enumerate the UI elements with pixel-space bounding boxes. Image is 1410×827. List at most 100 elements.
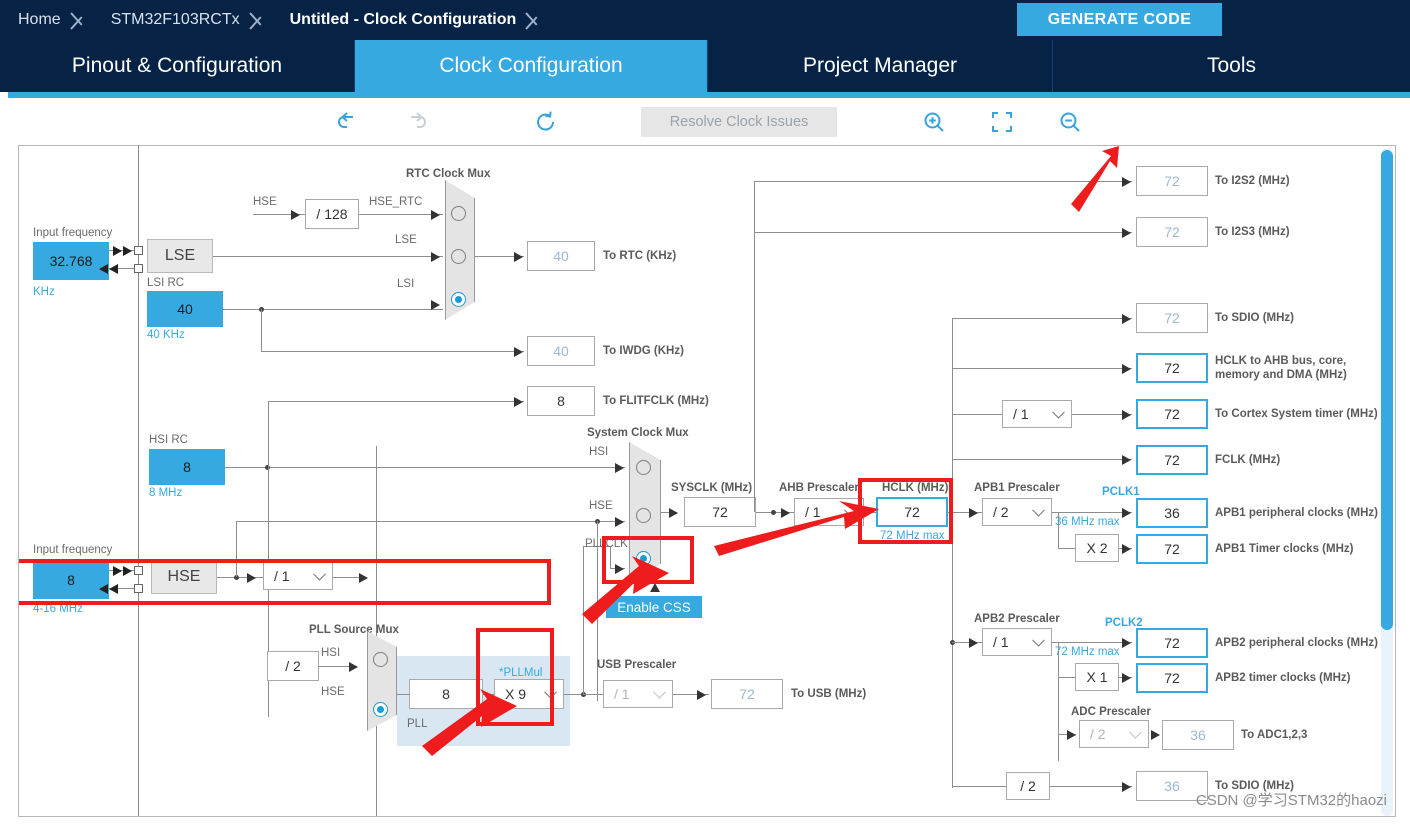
i2s2-arrow-icon	[1122, 177, 1131, 187]
lse-pin-in	[134, 246, 143, 255]
to-adc-value: 36	[1162, 720, 1234, 750]
cortex-prescaler-select[interactable]: / 1	[1002, 400, 1072, 428]
to-i2s2-label: To I2S2 (MHz)	[1215, 175, 1290, 187]
hclk-bus-down-wire	[952, 512, 953, 788]
reset-icon[interactable]	[532, 108, 560, 136]
css-arrow-icon	[650, 583, 660, 592]
apb2-prescaler-title: APB2 Prescaler	[974, 613, 1060, 625]
hclk-to-sdio-div-wire	[952, 786, 1006, 787]
main-tab-bar: Pinout & Configuration Clock Configurati…	[0, 40, 1410, 92]
breadcrumb-item-current[interactable]: Untitled - Clock Configuration	[272, 0, 523, 40]
hse-rtc-arrow-icon	[291, 210, 300, 220]
hse-arrow-icon	[113, 566, 122, 576]
lse-arrow-icon	[113, 246, 122, 256]
lse-oscillator-box[interactable]: LSE	[147, 239, 213, 273]
tab-project-manager[interactable]: Project Manager	[708, 40, 1053, 92]
enable-css-button[interactable]: Enable CSS	[606, 596, 702, 618]
hse-arrow-icon	[109, 584, 118, 594]
adc-out-arrow-icon	[1151, 730, 1160, 740]
pll-mux-in-hse-label: HSE	[321, 686, 345, 698]
ahb-prescaler-select[interactable]: / 1	[794, 498, 864, 526]
pclk1-arrow-icon	[1122, 508, 1131, 518]
pll-mux-in-hsi-label: HSI	[321, 647, 341, 659]
breadcrumb: Home STM32F103RCTx Untitled - Clock Conf…	[0, 0, 548, 40]
lse-input-frequency-field[interactable]: 32.768	[33, 242, 109, 280]
apb1-prescaler-value: / 2	[993, 504, 1009, 520]
tab-pinout-label: Pinout & Configuration	[71, 54, 283, 77]
system-mux-option-pllclk[interactable]	[636, 551, 651, 566]
hse-rtc-div-in-label: HSE	[253, 196, 277, 208]
lse-to-mux-wire	[213, 256, 443, 257]
tab-pinout-configuration[interactable]: Pinout & Configuration	[0, 40, 355, 92]
breadcrumb-item-mcu[interactable]: STM32F103RCTx	[93, 0, 246, 40]
sysclk-to-i2s3-wire	[754, 232, 1132, 233]
hclk-bus-up-wire	[952, 318, 953, 512]
fclk-arrow-icon	[1122, 455, 1131, 465]
resolve-clock-issues-button[interactable]: Resolve Clock Issues	[641, 107, 837, 137]
sysclk-value: 72	[684, 497, 756, 527]
hse-divider-select[interactable]: / 1	[263, 562, 333, 590]
ahb-arrow-icon	[781, 508, 790, 518]
apb2-timer-multiplier: X 1	[1075, 663, 1119, 691]
tab-tools[interactable]: Tools	[1053, 40, 1410, 92]
system-clock-mux-title: System Clock Mux	[587, 427, 689, 439]
pllclk-up-wire	[583, 546, 584, 694]
cubemx-window: Home STM32F103RCTx Untitled - Clock Conf…	[0, 0, 1410, 827]
apb1-timer-value: 72	[1136, 534, 1208, 564]
sysclk-junction-dot	[771, 510, 776, 515]
hse-arrow-icon	[123, 566, 132, 576]
hse-input-frequency-field[interactable]: 8	[33, 561, 109, 599]
sysclk-arrow-icon	[669, 508, 678, 518]
apb1-peripheral-label: APB1 peripheral clocks (MHz)	[1215, 507, 1378, 519]
pllmul-select[interactable]: X 9	[494, 679, 564, 709]
system-mux-option-hse[interactable]	[636, 508, 651, 523]
hsi-branch-up-wire	[268, 401, 269, 467]
pll-mux-option-hse[interactable]	[373, 702, 388, 717]
hclk-value: 72	[876, 497, 948, 527]
apb1-prescaler-title: APB1 Prescaler	[974, 482, 1060, 494]
hse-arrow-icon	[99, 584, 108, 594]
rtc-mux-option-lsi[interactable]	[451, 292, 466, 307]
to-adc-label: To ADC1,2,3	[1241, 729, 1308, 741]
lse-unit-label: KHz	[33, 286, 55, 298]
usb-prescaler-select[interactable]: / 1	[603, 680, 673, 708]
to-rtc-label: To RTC (KHz)	[603, 250, 677, 262]
adc-prescaler-select[interactable]: / 2	[1079, 720, 1149, 748]
tab-clock-configuration[interactable]: Clock Configuration	[355, 40, 708, 92]
breadcrumb-home-label: Home	[18, 11, 61, 28]
breadcrumb-item-home[interactable]: Home	[0, 0, 67, 40]
clock-tree-canvas[interactable]: Input frequency 32.768 KHz LSE LSI RC 40…	[18, 145, 1396, 817]
adc-arrow-icon	[1067, 730, 1076, 740]
zoom-out-icon[interactable]	[1056, 108, 1084, 136]
pllmul-title: *PLLMul	[499, 667, 543, 679]
fit-to-screen-icon[interactable]	[988, 108, 1016, 136]
zoom-in-icon[interactable]	[920, 108, 948, 136]
pll-mux-option-hsi[interactable]	[373, 652, 388, 667]
system-mux-option-hsi[interactable]	[636, 460, 651, 475]
hse-rtc-divider-box: / 128	[305, 199, 359, 229]
lse-arrow-icon	[109, 264, 118, 274]
apb2-peripheral-value: 72	[1136, 628, 1208, 658]
rtc-mux-option-lse[interactable]	[451, 249, 466, 264]
hsi-sysmux-arrow-icon	[615, 463, 624, 473]
lsi-mux-arrow-icon	[431, 300, 440, 310]
system-mux-in-hse-label: HSE	[589, 500, 613, 512]
undo-icon[interactable]	[334, 108, 362, 136]
lsi-to-mux-wire	[223, 309, 443, 310]
hse-oscillator-box[interactable]: HSE	[151, 560, 217, 594]
rtc-mux-option-hse-rtc[interactable]	[451, 206, 466, 221]
tab-clock-label: Clock Configuration	[439, 54, 623, 77]
generate-code-button[interactable]: GENERATE CODE	[1017, 3, 1222, 36]
sysclk-to-i2s2-wire	[754, 181, 1132, 182]
redo-icon[interactable]	[402, 108, 430, 136]
canvas-scrollbar-thumb[interactable]	[1381, 150, 1393, 630]
apb2-timer-value: 72	[1136, 663, 1208, 693]
apb1-timer-multiplier: X 2	[1075, 534, 1119, 562]
apb2-prescaler-select[interactable]: / 1	[982, 628, 1052, 656]
lsi-branch-wire	[261, 309, 262, 352]
apb1-prescaler-select[interactable]: / 2	[982, 498, 1052, 526]
apb2-timer-arrow-icon	[1122, 673, 1131, 683]
cortex-timer-label: To Cortex System timer (MHz)	[1215, 408, 1378, 420]
to-iwdg-label: To IWDG (KHz)	[603, 345, 684, 357]
chevron-down-icon	[313, 567, 326, 581]
